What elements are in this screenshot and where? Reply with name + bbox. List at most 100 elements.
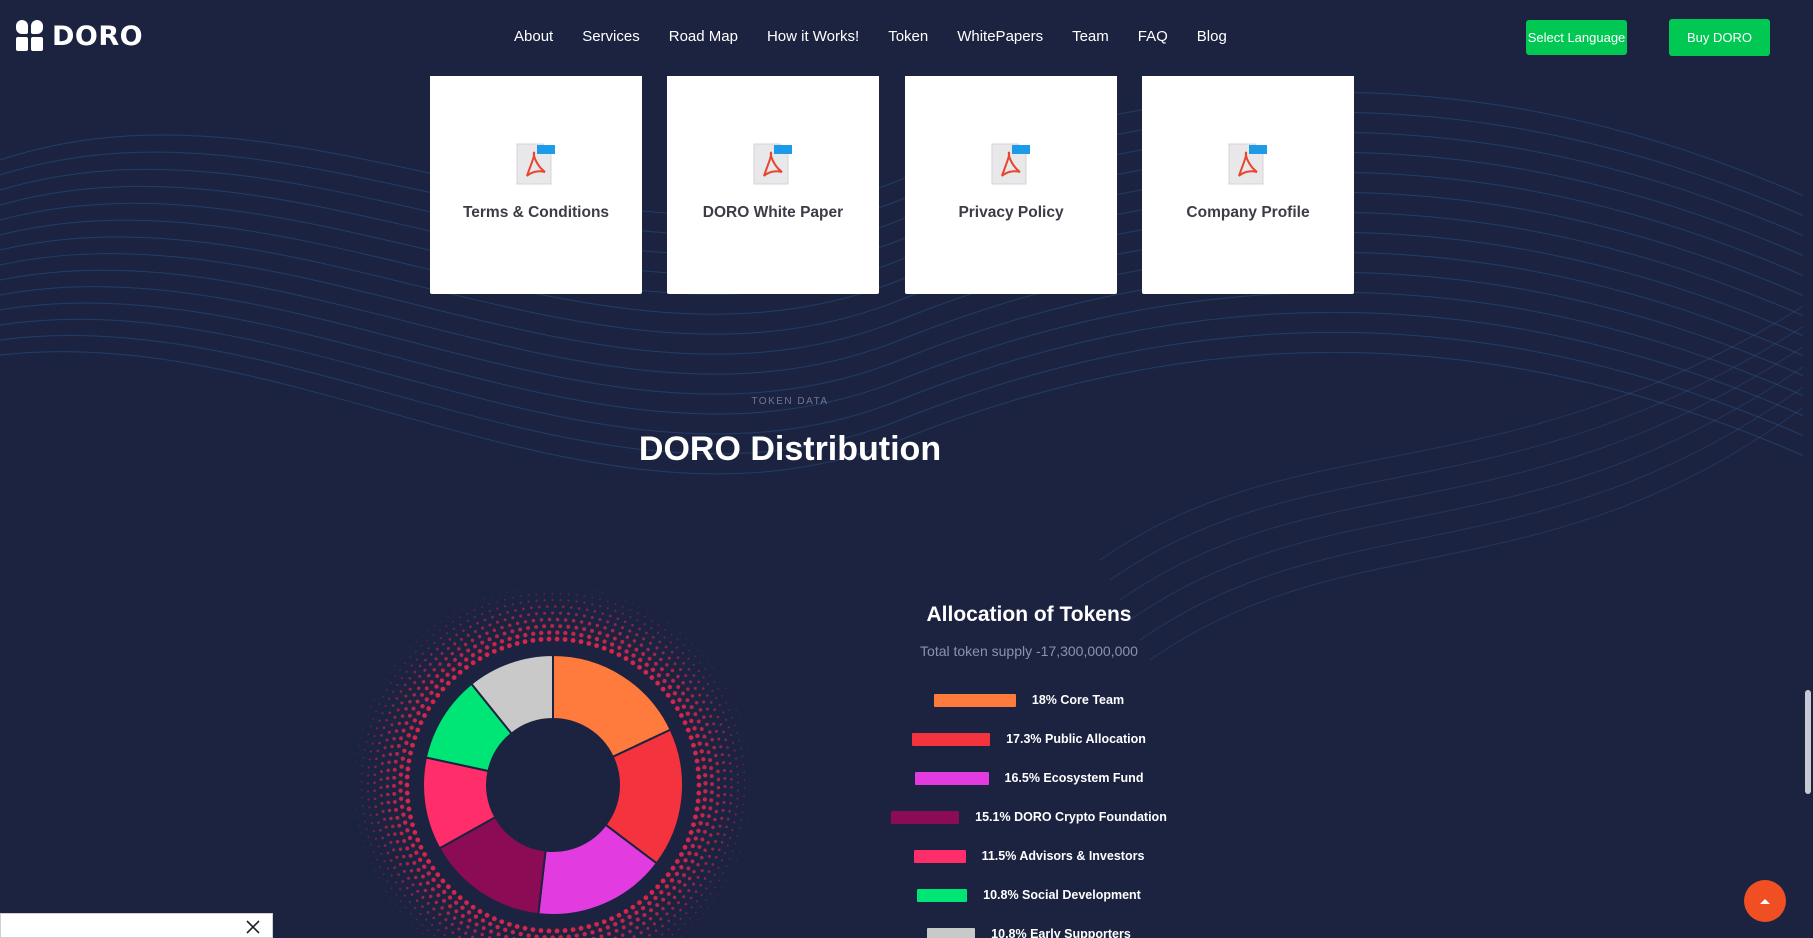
halo-dot: [704, 862, 708, 866]
document-card-white-paper[interactable]: DORO White Paper: [667, 74, 879, 294]
halo-dot: [712, 667, 714, 670]
halo-dot: [727, 754, 731, 757]
nav-token[interactable]: Token: [888, 28, 928, 45]
halo-dot: [677, 879, 682, 884]
select-language-button[interactable]: Select Language: [1526, 20, 1627, 55]
halo-dot: [385, 776, 390, 781]
halo-dot: [392, 767, 397, 772]
halo-dot: [367, 855, 369, 857]
document-card-company-profile[interactable]: Company Profile: [1142, 74, 1354, 294]
halo-dot: [368, 758, 371, 761]
halo-dot: [671, 906, 675, 910]
halo-dot: [676, 901, 680, 905]
halo-dot: [688, 649, 691, 652]
close-icon[interactable]: [246, 920, 260, 934]
halo-dot: [542, 611, 547, 615]
halo-dot: [375, 757, 378, 761]
halo-dot: [689, 680, 693, 684]
halo-dot: [531, 631, 536, 636]
halo-dot: [712, 722, 716, 726]
halo-dot: [398, 796, 404, 801]
halo-dot: [483, 618, 487, 622]
document-card-privacy[interactable]: Privacy Policy: [905, 74, 1117, 294]
halo-dot: [399, 658, 401, 660]
halo-dot: [714, 809, 719, 814]
halo-dot: [373, 797, 377, 801]
halo-dot: [641, 652, 646, 656]
nav-faq[interactable]: FAQ: [1138, 28, 1168, 45]
halo-dot: [490, 596, 493, 598]
buy-doro-button[interactable]: Buy DORO: [1669, 19, 1770, 56]
halo-dot: [697, 670, 700, 673]
halo-dot: [424, 697, 429, 702]
halo-dot: [558, 611, 563, 615]
halo-dot: [473, 629, 477, 634]
document-card-terms[interactable]: Terms & Conditions: [430, 74, 642, 294]
nav-road-map[interactable]: Road Map: [669, 28, 738, 45]
scroll-to-top-button[interactable]: [1744, 880, 1786, 922]
halo-dot: [638, 627, 641, 631]
halo-dot: [481, 926, 486, 931]
halo-dot: [373, 869, 376, 872]
halo-dot: [428, 662, 432, 666]
halo-dot: [470, 638, 475, 643]
halo-dot: [426, 639, 429, 642]
halo-dot: [648, 917, 653, 921]
halo-dot: [696, 774, 702, 780]
halo-dot: [383, 746, 387, 750]
halo-dot: [507, 921, 512, 927]
halo-dot: [365, 828, 368, 831]
halo-dot: [599, 598, 601, 601]
halo-dot: [375, 710, 378, 713]
halo-dot: [413, 681, 417, 685]
chevron-up-icon: [1760, 899, 1770, 904]
halo-dot: [372, 717, 375, 720]
scrollbar-track[interactable]: [1803, 0, 1813, 938]
nav-about[interactable]: About: [514, 28, 553, 45]
halo-dot: [706, 841, 710, 845]
legend-swatch: [913, 849, 966, 863]
halo-dot: [526, 626, 531, 630]
halo-dot: [591, 603, 594, 606]
halo-dot: [405, 828, 410, 833]
halo-dot: [694, 758, 700, 764]
halo-dot: [547, 630, 552, 635]
halo-dot: [594, 636, 600, 642]
nav-how-it-works[interactable]: How it Works!: [767, 28, 859, 45]
halo-dot: [738, 827, 741, 829]
halo-dot: [723, 833, 726, 836]
halo-dot: [709, 701, 713, 704]
halo-dot: [620, 639, 625, 644]
halo-dot: [527, 594, 530, 596]
halo-dot: [445, 680, 451, 686]
halo-dot: [410, 843, 416, 848]
nav-services[interactable]: Services: [582, 28, 640, 45]
allocation-subtitle: Total token supply -17,300,000,000: [920, 643, 1138, 659]
halo-dot: [722, 711, 725, 714]
nav-whitepapers[interactable]: WhitePapers: [957, 28, 1043, 45]
halo-dot: [710, 782, 714, 787]
nav-blog[interactable]: Blog: [1197, 28, 1227, 45]
halo-dot: [690, 906, 693, 909]
halo-dot: [399, 900, 402, 903]
halo-dot: [714, 886, 716, 888]
halo-dot: [406, 876, 410, 880]
halo-dot: [705, 707, 709, 711]
halo-dot: [682, 895, 686, 899]
halo-dot: [610, 628, 615, 633]
section-title: DORO Distribution: [638, 430, 942, 468]
halo-dot: [488, 623, 492, 627]
halo-dot: [530, 637, 536, 643]
halo-dot: [650, 627, 653, 630]
halo-dot: [734, 724, 736, 727]
nav-team[interactable]: Team: [1072, 28, 1109, 45]
halo-dot: [692, 882, 696, 886]
halo-dot: [393, 715, 397, 719]
halo-dot: [726, 817, 730, 821]
halo-dot: [730, 785, 733, 789]
halo-dot: [422, 933, 424, 935]
logo[interactable]: DORO: [16, 20, 143, 52]
halo-dot: [384, 825, 388, 829]
halo-dot: [718, 848, 721, 852]
scrollbar-thumb[interactable]: [1805, 690, 1811, 794]
